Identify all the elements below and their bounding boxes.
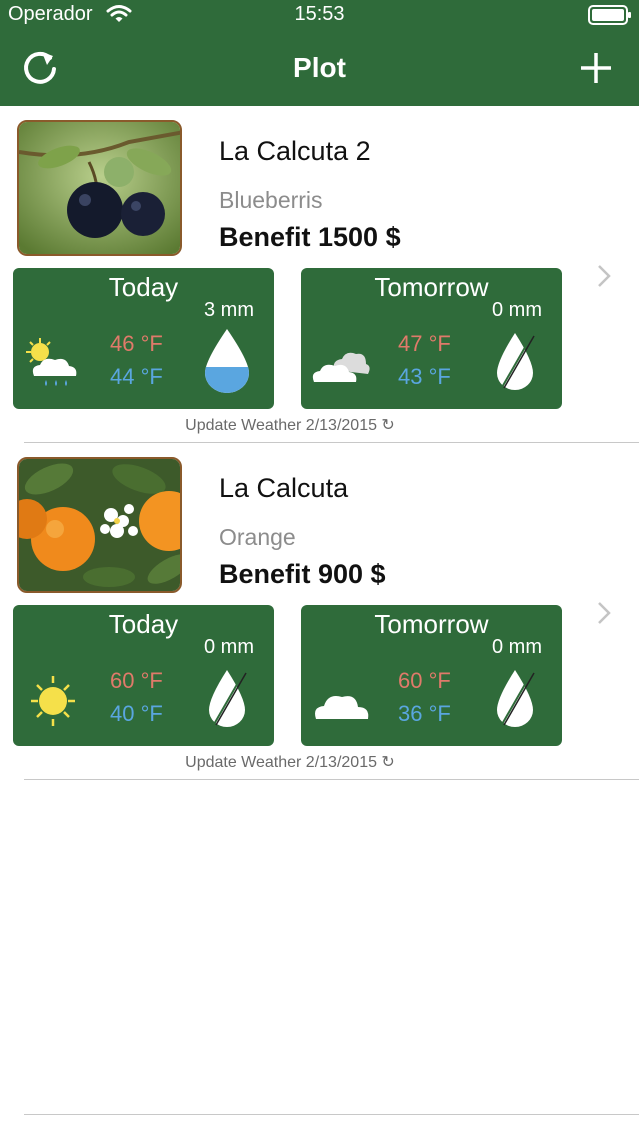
weather-card-tomorrow: Tomorrow 0 mm 60 °F 36 °F <box>301 605 562 746</box>
temp-low: 44 °F <box>110 364 163 389</box>
temp-high: 60 °F <box>398 668 451 693</box>
plot-crop: Blueberris <box>219 187 323 213</box>
weather-card-tomorrow: Tomorrow 0 mm 47 °F 43 °F <box>301 268 562 409</box>
plot-crop: Orange <box>219 524 296 550</box>
page-title: Plot <box>293 52 346 83</box>
battery-icon <box>588 5 631 25</box>
weather-card-today: Today 3 mm 46 °F 44 °F <box>13 268 274 409</box>
temp-low: 43 °F <box>398 364 451 389</box>
rain-amount: 0 mm <box>492 299 542 321</box>
no-rain-drop-icon <box>209 670 247 727</box>
sunny-icon <box>31 676 75 726</box>
temp-low: 36 °F <box>398 701 451 726</box>
plot-list-item[interactable]: La Calcuta Orange Benefit 900 $ Today 0 … <box>0 443 639 780</box>
blueberries-photo <box>17 120 182 256</box>
update-weather-button[interactable]: Update Weather 2/13/2015 ↻ <box>0 415 580 435</box>
plot-benefit: Benefit 1500 $ <box>219 222 401 252</box>
rain-amount: 0 mm <box>204 636 254 658</box>
temp-high: 46 °F <box>110 331 163 356</box>
oranges-photo <box>17 457 182 593</box>
cloud-icon <box>315 696 369 719</box>
no-rain-drop-icon <box>497 333 535 390</box>
weather-card-today: Today 0 mm 60 °F 40 °F <box>13 605 274 746</box>
temp-high: 60 °F <box>110 668 163 693</box>
separator <box>24 779 639 780</box>
status-bar: Operador 15:53 <box>0 0 639 30</box>
clock: 15:53 <box>294 3 345 25</box>
rain-amount: 3 mm <box>204 299 254 321</box>
plot-list-item[interactable]: La Calcuta 2 Blueberris Benefit 1500 $ T… <box>0 106 639 443</box>
plot-name: La Calcuta 2 <box>219 136 371 166</box>
plot-benefit: Benefit 900 $ <box>219 559 386 589</box>
chevron-right-icon[interactable] <box>596 263 612 289</box>
plus-icon[interactable] <box>574 46 618 90</box>
plot-name: La Calcuta <box>219 473 349 503</box>
chevron-right-icon[interactable] <box>596 600 612 626</box>
temp-high: 47 °F <box>398 331 451 356</box>
sun-cloud-rain-icon <box>26 338 77 386</box>
rain-amount: 0 mm <box>492 636 542 658</box>
navigation-header: Operador 15:53 Plot <box>0 0 639 106</box>
no-rain-drop-icon <box>497 670 535 727</box>
separator <box>24 1114 639 1115</box>
cloudy-icon <box>312 352 370 382</box>
water-drop-filled-icon <box>205 329 249 393</box>
temp-low: 40 °F <box>110 701 163 726</box>
update-weather-button[interactable]: Update Weather 2/13/2015 ↻ <box>0 752 580 772</box>
